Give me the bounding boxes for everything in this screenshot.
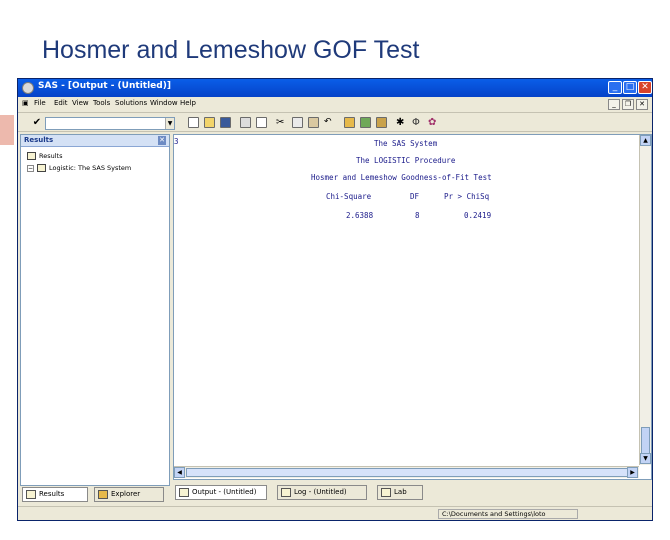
menu-tools[interactable]: Tools <box>93 99 110 107</box>
tree-node-label: Logistic: The SAS System <box>49 164 132 172</box>
doc-close-button[interactable]: ✕ <box>636 99 648 110</box>
menu-file[interactable]: File <box>34 99 46 107</box>
toolbar: ✔ ▼ ✂ ↶ ✱ Φ ✿ <box>18 112 652 132</box>
output-tab-icon <box>179 488 189 497</box>
results-header-label: Results <box>24 136 54 144</box>
results-tabs: Results Explorer <box>20 487 170 503</box>
command-dropdown-icon[interactable]: ▼ <box>165 118 174 129</box>
menu-edit[interactable]: Edit <box>54 99 68 107</box>
scroll-left-icon[interactable]: ◀ <box>174 467 185 478</box>
scroll-up-icon[interactable]: ▲ <box>640 135 651 146</box>
run-icon[interactable]: ✱ <box>396 117 407 128</box>
window-tabs: Output - (Untitled) Log - (Untitled) Lab <box>173 483 652 503</box>
doc-minimize-button[interactable]: _ <box>608 99 620 110</box>
title-bar[interactable]: SAS - [Output - (Untitled)] _ □ ✕ <box>18 79 652 97</box>
output-page-marker: 3 <box>174 137 179 146</box>
print-preview-icon[interactable] <box>256 117 267 128</box>
menu-view[interactable]: View <box>72 99 89 107</box>
tab-log[interactable]: Log - (Untitled) <box>277 485 367 500</box>
results-folder-icon <box>27 152 36 160</box>
tab-output[interactable]: Output - (Untitled) <box>175 485 267 500</box>
tab-results-label: Results <box>39 490 65 498</box>
copy-icon[interactable] <box>292 117 303 128</box>
new-icon[interactable] <box>188 117 199 128</box>
window-title: SAS - [Output - (Untitled)] <box>38 81 171 91</box>
output-system-title: The SAS System <box>374 139 438 148</box>
vertical-scrollbar[interactable]: ▲ ▼ <box>639 135 651 465</box>
value-df: 8 <box>415 211 420 220</box>
results-close-icon[interactable]: ✕ <box>158 136 166 145</box>
horizontal-scroll-thumb[interactable] <box>186 468 636 477</box>
tree-node-label: Results <box>39 152 63 160</box>
tab-log-label: Log - (Untitled) <box>294 488 347 496</box>
tab-explorer[interactable]: Explorer <box>94 487 164 502</box>
submit-check-icon[interactable]: ✔ <box>30 116 44 129</box>
column-header-p-value: Pr > ChiSq <box>444 192 490 201</box>
help-icon[interactable]: ✿ <box>428 117 439 128</box>
save-icon[interactable] <box>220 117 231 128</box>
explorer-icon[interactable] <box>344 117 355 128</box>
cut-icon[interactable]: ✂ <box>276 117 287 128</box>
slide-title: Hosmer and Lemeshow GOF Test <box>42 36 420 64</box>
tree-node-results[interactable]: Results <box>27 152 62 163</box>
expand-toggle-icon[interactable]: − <box>27 164 34 172</box>
output-pane[interactable]: 3 The SAS System The LOGISTIC Procedure … <box>173 134 652 480</box>
value-chi-square: 2.6388 <box>346 211 374 220</box>
paste-icon[interactable] <box>308 117 319 128</box>
sas-app-icon <box>22 82 34 94</box>
maximize-button[interactable]: □ <box>623 81 637 94</box>
open-icon[interactable] <box>204 117 215 128</box>
mdi-doc-icon[interactable]: ▣ <box>22 99 29 107</box>
tab-lab[interactable]: Lab <box>377 485 423 500</box>
lab-tab-icon <box>381 488 391 497</box>
slide: Hosmer and Lemeshow GOF Test SAS - [Outp… <box>0 0 670 540</box>
horizontal-scrollbar[interactable]: ◀ ▶ <box>174 466 639 478</box>
status-path: C:\Documents and Settings\loto <box>438 509 578 519</box>
scroll-right-icon[interactable]: ▶ <box>627 467 638 478</box>
command-input[interactable] <box>45 117 175 130</box>
output-node-icon <box>37 164 46 172</box>
menu-solutions[interactable]: Solutions <box>115 99 147 107</box>
menu-help[interactable]: Help <box>180 99 196 107</box>
explorer-tab-icon <box>98 490 108 499</box>
slide-accent-bar <box>0 115 14 145</box>
results-pane: Results ✕ Results − Logistic: The SAS Sys… <box>20 134 170 486</box>
column-header-df: DF <box>410 192 420 201</box>
print-icon[interactable] <box>240 117 251 128</box>
minimize-button[interactable]: _ <box>608 81 622 94</box>
undo-icon[interactable]: ↶ <box>324 117 335 128</box>
libraries-icon[interactable] <box>360 117 371 128</box>
tab-results[interactable]: Results <box>22 487 88 502</box>
vertical-scroll-thumb[interactable] <box>641 427 650 455</box>
menu-window[interactable]: Window <box>150 99 178 107</box>
sas-window: SAS - [Output - (Untitled)] _ □ ✕ ▣ File… <box>17 78 653 521</box>
tab-output-label: Output - (Untitled) <box>192 488 257 496</box>
output-procedure-title: The LOGISTIC Procedure <box>356 156 456 165</box>
status-bar: C:\Documents and Settings\loto <box>18 506 652 520</box>
results-header: Results ✕ <box>21 135 169 147</box>
results-icon[interactable] <box>376 117 387 128</box>
results-tab-icon <box>26 490 36 499</box>
tab-lab-label: Lab <box>394 488 407 496</box>
close-button[interactable]: ✕ <box>638 81 652 94</box>
log-tab-icon <box>281 488 291 497</box>
break-icon[interactable]: Φ <box>412 117 423 128</box>
output-test-title: Hosmer and Lemeshow Goodness-of-Fit Test <box>311 173 492 182</box>
scroll-down-icon[interactable]: ▼ <box>640 453 651 464</box>
doc-restore-button[interactable]: ❐ <box>622 99 634 110</box>
menu-bar: ▣ File Edit View Tools Solutions Window … <box>18 97 652 112</box>
tab-explorer-label: Explorer <box>111 490 141 498</box>
column-header-chi-square: Chi-Square <box>326 192 372 201</box>
value-p-value: 0.2419 <box>464 211 492 220</box>
tree-node-logistic[interactable]: − Logistic: The SAS System <box>27 164 131 175</box>
